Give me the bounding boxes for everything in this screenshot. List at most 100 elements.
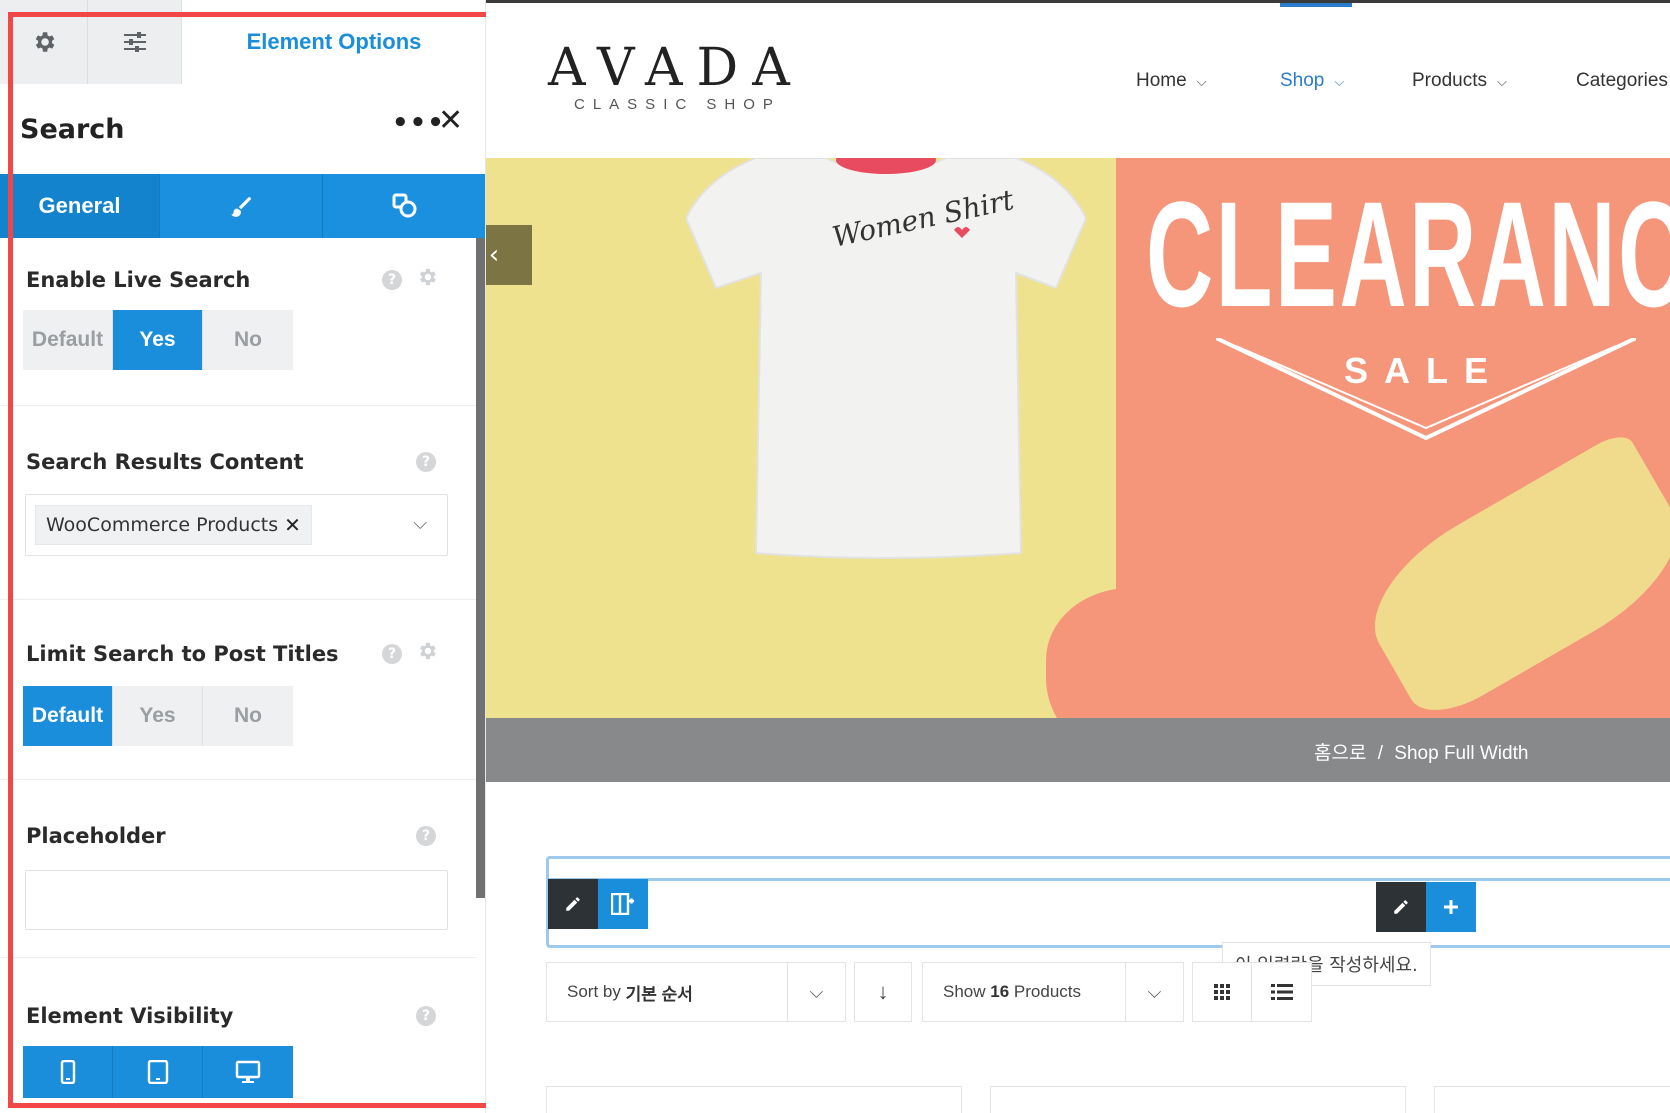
tab-design[interactable] xyxy=(160,174,323,238)
live-search-default-button[interactable]: Default xyxy=(23,310,113,370)
sort-value: 기본 순서 xyxy=(625,984,693,1004)
active-nav-indicator xyxy=(1280,3,1352,7)
sort-by-select[interactable]: Sort by 기본 순서 ⌵ xyxy=(546,962,846,1022)
close-icon[interactable]: ✕ xyxy=(438,103,463,138)
results-content-select[interactable]: WooCommerce Products ✕ ⌵ xyxy=(25,494,448,556)
nav-label: Categories xyxy=(1576,70,1668,91)
builder-column-outline[interactable] xyxy=(546,878,1670,942)
panel-tab-bar: Element Options xyxy=(0,0,485,84)
placeholder-input[interactable] xyxy=(25,870,448,930)
brush-icon xyxy=(231,197,251,217)
chevron-down-icon: ⌵ xyxy=(1125,963,1183,1021)
help-icon[interactable]: ? xyxy=(416,826,436,846)
sort-direction-button[interactable]: ↓ xyxy=(854,962,912,1022)
gear-icon[interactable] xyxy=(416,640,438,668)
limit-titles-yes-button[interactable]: Yes xyxy=(113,686,203,746)
help-icon[interactable]: ? xyxy=(382,270,402,290)
hero-headline: CLEARANC xyxy=(1146,170,1670,338)
visibility-toggle xyxy=(23,1046,293,1098)
screen: Element Options Search ••• ✕ General Ena… xyxy=(0,0,1670,1113)
chevron-down-icon: ⌵ xyxy=(1334,74,1345,89)
tab-history[interactable] xyxy=(88,0,182,84)
chip-label: WooCommerce Products xyxy=(46,514,279,536)
arrow-down-icon: ↓ xyxy=(877,979,889,1004)
tshirt-image: Women Shirt xyxy=(686,158,1086,559)
add-column-button[interactable] xyxy=(598,879,648,929)
hero-subheadline: SALE xyxy=(1344,350,1505,391)
option-search-results-content: Search Results Content ? WooCommerce Pro… xyxy=(0,406,476,600)
add-column-icon xyxy=(611,893,634,915)
desktop-icon xyxy=(235,1060,261,1083)
breadcrumb-current: Shop Full Width xyxy=(1394,743,1529,764)
plus-icon xyxy=(1444,900,1458,914)
mobile-icon xyxy=(60,1060,75,1084)
element-options-panel: Element Options Search ••• ✕ General Ena… xyxy=(0,0,486,1113)
option-enable-live-search: Enable Live Search ? Default Yes No xyxy=(0,238,476,406)
tab-settings[interactable] xyxy=(0,0,88,84)
add-element-button[interactable] xyxy=(1426,882,1476,932)
slider-prev-button[interactable]: ‹ xyxy=(486,225,532,285)
show-count-select[interactable]: Show 16 Products ⌵ xyxy=(922,962,1184,1022)
shapes-icon xyxy=(392,193,416,218)
list-view-button[interactable] xyxy=(1252,963,1311,1021)
nav-categories[interactable]: Categories xyxy=(1576,70,1668,92)
chevron-left-icon: ‹ xyxy=(488,240,500,270)
option-label: Limit Search to Post Titles xyxy=(26,642,339,666)
sort-prefix: Sort by xyxy=(567,982,621,1001)
chevron-down-icon: ⌵ xyxy=(1496,74,1507,89)
limit-titles-default-button[interactable]: Default xyxy=(23,686,113,746)
help-icon[interactable]: ? xyxy=(382,644,402,664)
edit-column-button[interactable] xyxy=(1376,882,1426,932)
gear-icon[interactable] xyxy=(416,266,438,294)
sliders-icon xyxy=(123,32,146,52)
tab-extras[interactable] xyxy=(323,174,485,238)
product-card[interactable] xyxy=(990,1086,1406,1113)
visibility-tablet-button[interactable] xyxy=(113,1046,203,1098)
breadcrumb-home-link[interactable]: 홈으로 xyxy=(1314,743,1366,764)
tab-element-options[interactable]: Element Options xyxy=(182,0,485,84)
nav-shop[interactable]: Shop ⌵ xyxy=(1280,70,1344,92)
top-border xyxy=(486,0,1670,3)
live-search-no-button[interactable]: No xyxy=(203,310,293,370)
live-search-toggle: Default Yes No xyxy=(23,310,293,370)
remove-chip-icon[interactable]: ✕ xyxy=(284,513,301,537)
panel-title: Search xyxy=(20,113,125,145)
edit-container-button[interactable] xyxy=(548,879,598,929)
option-placeholder: Placeholder ? xyxy=(0,780,476,958)
gear-icon xyxy=(35,32,54,52)
live-search-yes-button[interactable]: Yes xyxy=(113,310,203,370)
limit-titles-toggle: Default Yes No xyxy=(23,686,293,746)
product-card[interactable] xyxy=(546,1086,962,1113)
tablet-icon xyxy=(147,1060,168,1084)
visibility-mobile-button[interactable] xyxy=(23,1046,113,1098)
help-icon[interactable]: ? xyxy=(416,1006,436,1026)
grid-icon xyxy=(1214,984,1230,1000)
tab-general[interactable]: General xyxy=(0,174,160,238)
nav-label: Home xyxy=(1136,70,1187,91)
option-label: Element Visibility xyxy=(26,1004,234,1028)
grid-view-button[interactable] xyxy=(1193,963,1253,1021)
logo-tagline: CLASSIC SHOP xyxy=(574,96,781,113)
option-limit-post-titles: Limit Search to Post Titles ? Default Ye… xyxy=(0,600,476,780)
logo[interactable]: AVADA xyxy=(548,38,804,98)
chevron-down-icon[interactable]: ⌵ xyxy=(413,513,427,534)
breadcrumb: 홈으로 / Shop Full Width xyxy=(1314,738,1528,765)
limit-titles-no-button[interactable]: No xyxy=(203,686,293,746)
more-options-icon[interactable]: ••• xyxy=(392,108,445,138)
chevron-down-icon: ⌵ xyxy=(1196,74,1207,89)
site-preview: AVADA CLASSIC SHOP Home ⌵ Shop ⌵ Products ⌵… xyxy=(486,0,1670,1113)
pencil-icon xyxy=(1394,900,1408,914)
breadcrumb-separator: / xyxy=(1377,743,1384,764)
nav-label: Shop xyxy=(1280,70,1325,91)
view-toggle xyxy=(1192,962,1312,1022)
help-icon[interactable]: ? xyxy=(416,452,436,472)
visibility-desktop-button[interactable] xyxy=(203,1046,293,1098)
chevron-down-icon: ⌵ xyxy=(787,963,845,1021)
option-label: Search Results Content xyxy=(26,450,304,474)
product-card[interactable] xyxy=(1434,1086,1670,1113)
panel-scrollbar[interactable] xyxy=(476,238,485,898)
nav-products[interactable]: Products ⌵ xyxy=(1412,70,1507,92)
nav-home[interactable]: Home ⌵ xyxy=(1136,70,1207,92)
nav-label: Products xyxy=(1412,70,1487,91)
option-label: Placeholder xyxy=(26,824,166,848)
